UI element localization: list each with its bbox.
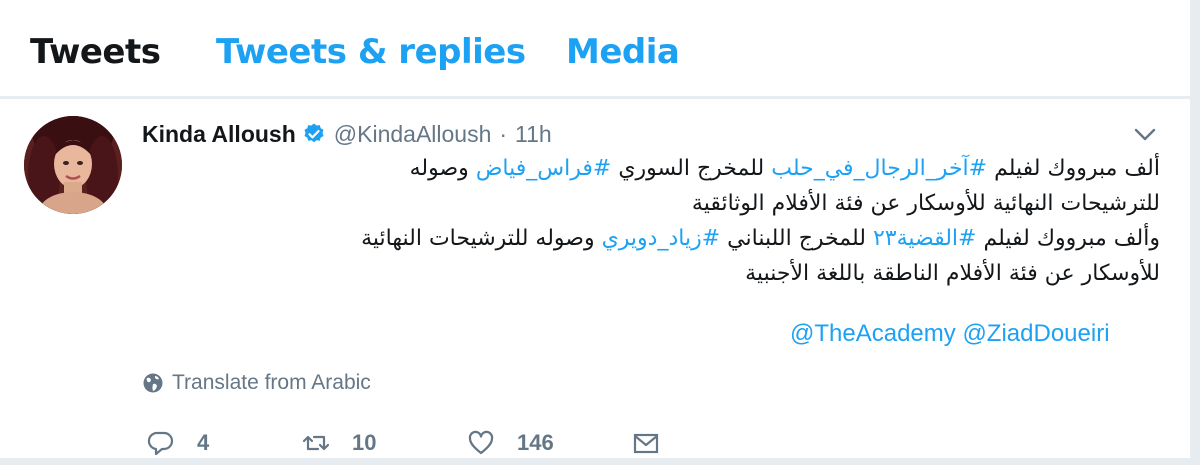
like-count: 146 <box>517 430 554 455</box>
header-separator: · <box>499 120 508 147</box>
text-segment: للمخرج السوري <box>611 156 772 181</box>
tweet-text-line: للأوسكار عن فئة الأفلام الناطقة باللغة ا… <box>745 261 1160 286</box>
hashtag-link[interactable]: #فراس_فياض <box>476 156 612 181</box>
text-segment: للمخرج اللبناني <box>720 226 873 251</box>
globe-icon <box>143 373 163 393</box>
translate-label: Translate from Arabic <box>172 371 371 394</box>
tweet-text: ألف مبرووك لفيلم #آخر_الرجال_في_حلب للمخ… <box>361 151 1160 291</box>
mention-link[interactable]: @ZiadDoueiri <box>962 320 1109 347</box>
hashtag-link[interactable]: #زياد_دويري <box>602 226 721 251</box>
author-handle[interactable]: @KindaAlloush <box>334 121 492 148</box>
tweet-text-line: ألف مبرووك لفيلم #آخر_الرجال_في_حلب للمخ… <box>410 151 1160 186</box>
avatar[interactable] <box>24 116 122 214</box>
author-name[interactable]: Kinda Alloush <box>142 121 296 148</box>
like-button[interactable]: 146 <box>467 429 554 457</box>
reply-button[interactable]: 4 <box>147 429 209 457</box>
profile-timeline: Tweets Tweets & replies Media Kinda Allo… <box>0 0 1191 458</box>
profile-tabs: Tweets Tweets & replies Media <box>0 0 1190 99</box>
tab-tweets-and-replies[interactable]: Tweets & replies <box>216 30 526 74</box>
mention-link[interactable]: @TheAcademy <box>790 320 956 347</box>
tweet-text-line: وألف مبرووك لفيلم #القضية٢٣ للمخرج اللبن… <box>361 221 1160 256</box>
tweet-text-line: للترشيحات النهائية للأوسكار عن فئة الأفل… <box>691 191 1160 216</box>
reply-count: 4 <box>197 430 210 455</box>
retweet-icon <box>302 435 330 451</box>
chevron-down-icon[interactable] <box>1132 125 1158 145</box>
hashtag-link[interactable]: #آخر_الرجال_في_حلب <box>771 156 987 181</box>
tweet[interactable]: Kinda Alloush @KindaAlloush · 11h ألف مب… <box>0 99 1190 458</box>
text-segment: وصوله للترشيحات النهائية <box>361 226 602 251</box>
text-segment: ألف مبرووك لفيلم <box>987 156 1160 181</box>
tweet-mentions: @TheAcademy @ZiadDoueiri <box>790 317 1110 351</box>
hashtag-link[interactable]: #القضية٢٣ <box>873 226 977 251</box>
direct-message-button[interactable] <box>632 429 660 457</box>
tweet-actions: 4 10 146 <box>142 429 1142 465</box>
tab-tweets[interactable]: Tweets <box>30 30 161 74</box>
verified-badge-icon <box>302 122 326 146</box>
retweet-count: 10 <box>352 430 377 455</box>
heart-icon <box>468 430 494 455</box>
tweet-header: Kinda Alloush @KindaAlloush · 11h <box>142 117 552 151</box>
envelope-icon <box>633 433 659 454</box>
tweet-timestamp[interactable]: 11h <box>515 121 552 148</box>
text-segment: وألف مبرووك لفيلم <box>976 226 1160 251</box>
retweet-button[interactable]: 10 <box>302 429 376 457</box>
tab-media[interactable]: Media <box>566 30 680 74</box>
translate-link[interactable]: Translate from Arabic <box>142 371 371 395</box>
text-segment: وصوله <box>409 156 476 181</box>
reply-icon <box>147 431 174 456</box>
avatar-image <box>24 116 122 214</box>
